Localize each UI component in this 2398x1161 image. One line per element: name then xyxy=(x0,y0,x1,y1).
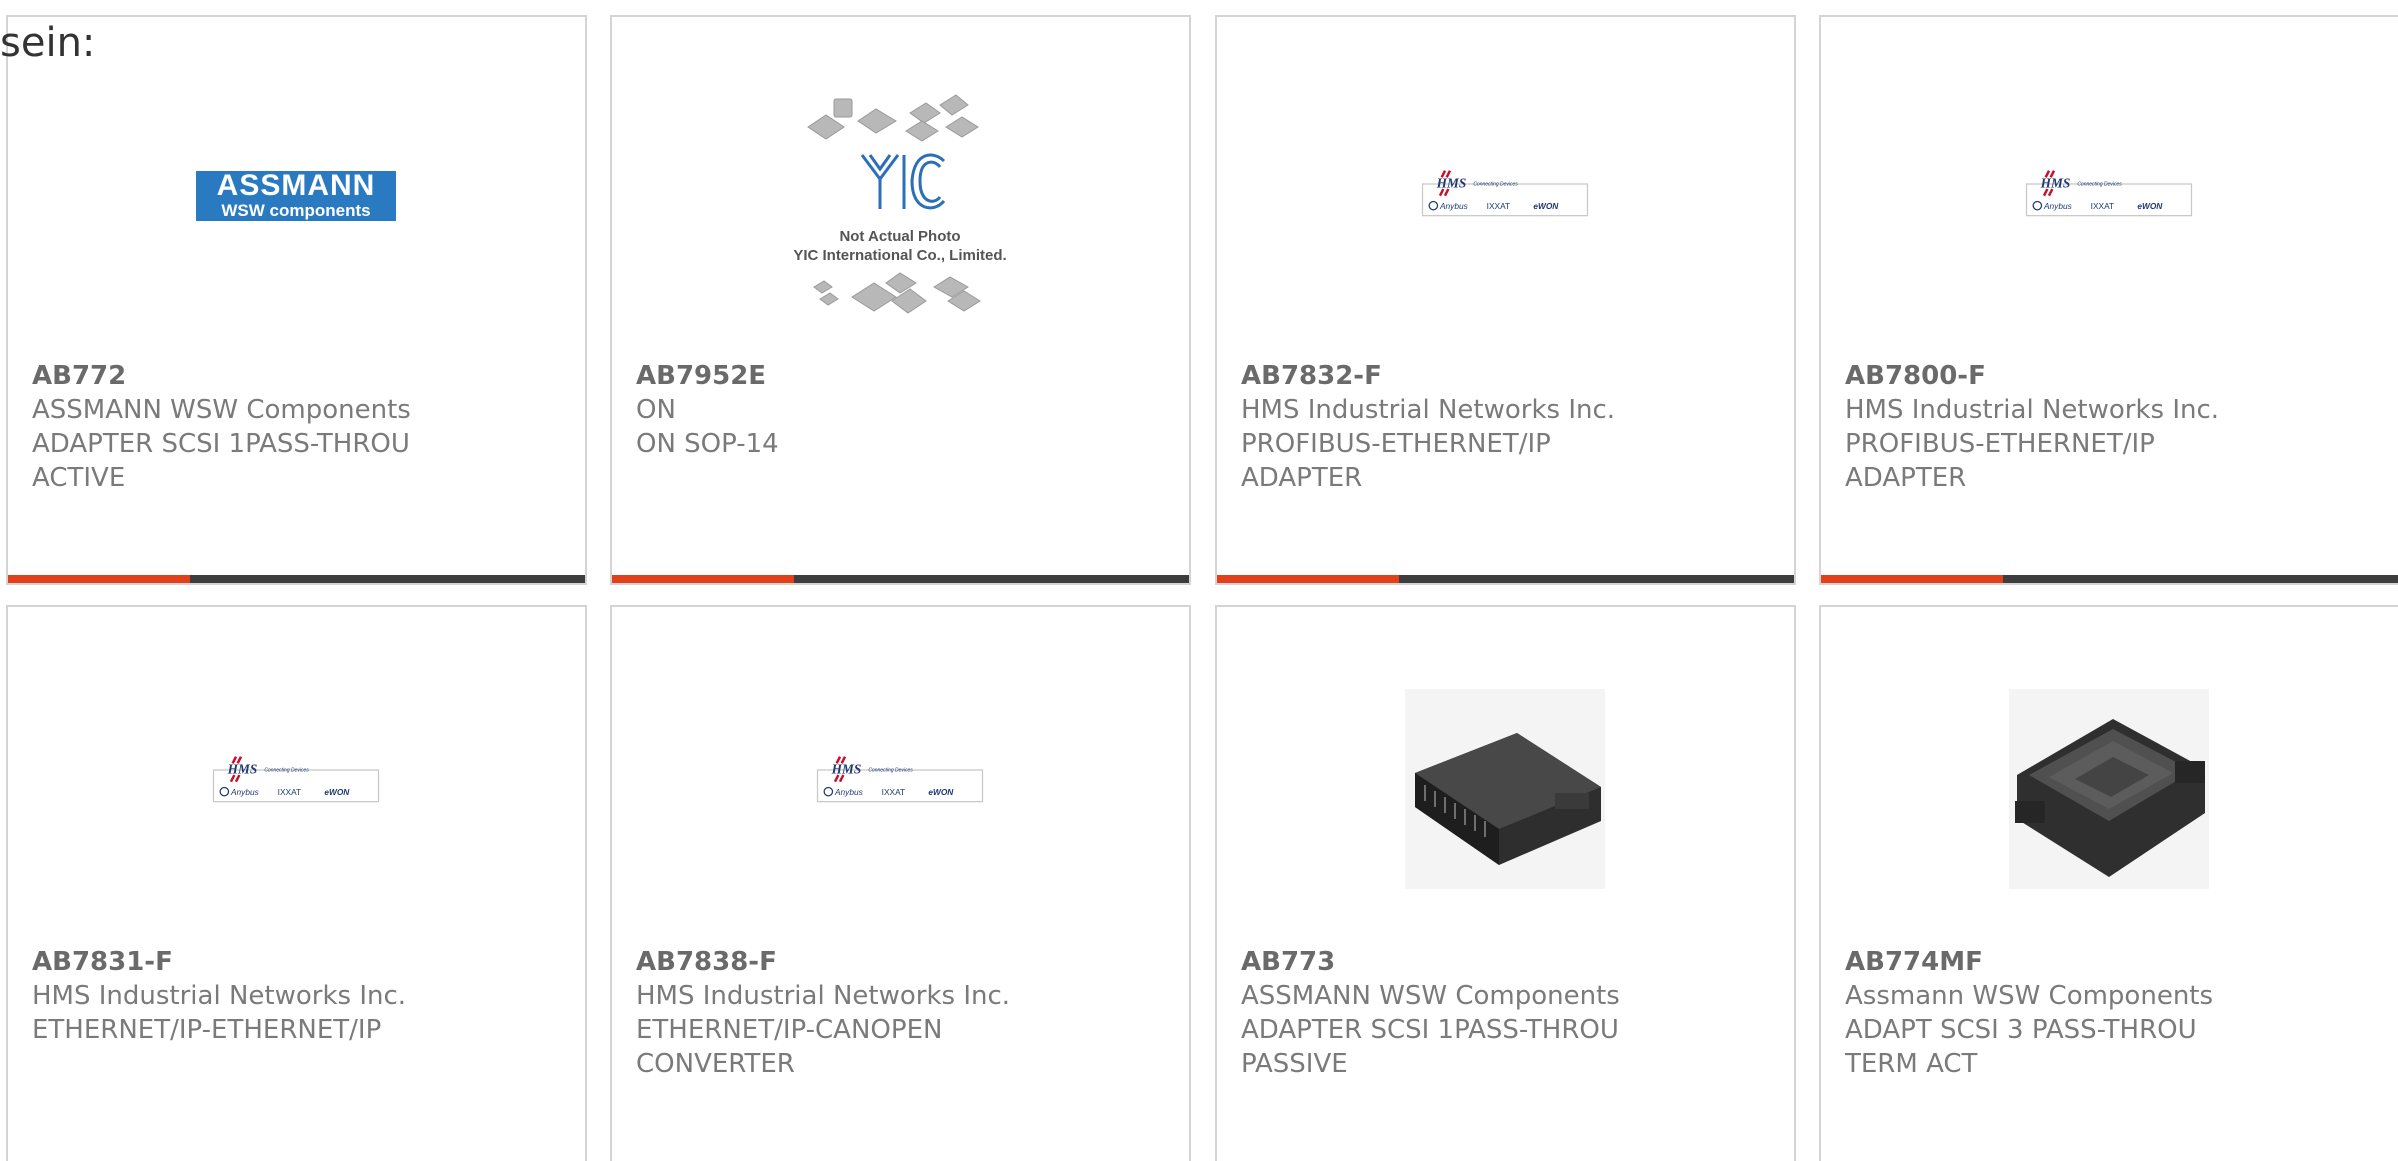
card-accent xyxy=(1217,575,1399,583)
product-card[interactable]: AB773 ASSMANN WSW Components ADAPTER SCS… xyxy=(1215,605,1796,1161)
product-grid-page: sein: ASSMANN WSW components AB772 ASSMA… xyxy=(0,0,2398,1161)
card-accent xyxy=(1821,575,2003,583)
description-line: ACTIVE xyxy=(32,463,126,493)
manufacturer: Assmann WSW Components xyxy=(1845,981,2214,1011)
description-line: ADAPTER xyxy=(1845,463,1967,493)
product-image[interactable] xyxy=(2009,689,2209,889)
product-image[interactable]: HMS Connecting Devices Anybus IXXAT eWON xyxy=(1405,99,1605,299)
manufacturer: ASSMANN WSW Components xyxy=(32,395,411,425)
card-accent xyxy=(8,575,190,583)
manufacturer: HMS Industrial Networks Inc. xyxy=(636,981,1011,1011)
product-card[interactable]: Not Actual Photo YIC International Co., … xyxy=(610,15,1191,585)
svg-text:IXXAT: IXXAT xyxy=(278,787,301,797)
product-image[interactable]: Not Actual Photo YIC International Co., … xyxy=(793,94,1007,314)
assmann-logo: ASSMANN WSW components xyxy=(196,171,396,221)
description-line: ADAPTER xyxy=(1241,463,1363,493)
description-line: ADAPTER SCSI 1PASS-THROU xyxy=(1241,1015,1619,1045)
part-number[interactable]: AB7800-F xyxy=(1845,359,2219,393)
manufacturer: HMS Industrial Networks Inc. xyxy=(1845,395,2220,425)
product-card[interactable]: AB774MF Assmann WSW Components ADAPT SCS… xyxy=(1819,605,2398,1161)
part-number[interactable]: AB774MF xyxy=(1845,945,2213,979)
product-image[interactable]: HMS Connecting Devices Anybus IXXAT eWON xyxy=(2009,99,2209,299)
hms-logo-icon: HMS Connecting Devices Anybus IXXAT eWON xyxy=(816,756,984,803)
card-footer-bar xyxy=(1821,575,2398,583)
chip-placeholder-icon xyxy=(807,94,981,314)
product-image[interactable] xyxy=(1405,689,1605,889)
description-line: ETHERNET/IP-CANOPEN xyxy=(636,1015,943,1045)
svg-text:Connecting Devices: Connecting Devices xyxy=(868,768,913,774)
card-accent xyxy=(612,575,794,583)
product-image[interactable]: ASSMANN WSW components xyxy=(196,99,396,299)
product-card[interactable]: ASSMANN WSW components AB772 ASSMANN WSW… xyxy=(6,15,587,585)
description-line: PROFIBUS-ETHERNET/IP xyxy=(1241,429,1551,459)
svg-text:Anybus: Anybus xyxy=(1439,201,1468,211)
manufacturer: HMS Industrial Networks Inc. xyxy=(32,981,407,1011)
description-line: PASSIVE xyxy=(1241,1049,1348,1079)
manufacturer: HMS Industrial Networks Inc. xyxy=(1241,395,1616,425)
logo-text: ASSMANN xyxy=(216,169,376,202)
part-number[interactable]: AB7831-F xyxy=(32,945,406,979)
description-line: ETHERNET/IP-ETHERNET/IP xyxy=(32,1015,382,1045)
product-card[interactable]: HMS Connecting Devices Anybus IXXAT eWON… xyxy=(610,605,1191,1161)
svg-text:Connecting Devices: Connecting Devices xyxy=(2077,182,2122,188)
svg-text:HMS: HMS xyxy=(1436,175,1467,190)
manufacturer: ASSMANN WSW Components xyxy=(1241,981,1620,1011)
product-image[interactable]: HMS Connecting Devices Anybus IXXAT eWON xyxy=(800,689,1000,889)
svg-text:HMS: HMS xyxy=(2040,175,2071,190)
placeholder-caption: Not Actual Photo xyxy=(839,228,961,245)
description-line: CONVERTER xyxy=(636,1049,795,1079)
scsi-adapter-photo-icon xyxy=(1405,689,1605,889)
logo-subtext: WSW components xyxy=(221,201,371,220)
svg-text:Connecting Devices: Connecting Devices xyxy=(264,768,309,774)
svg-text:Anybus: Anybus xyxy=(834,787,863,797)
hms-logo-icon: HMS Connecting Devices Anybus IXXAT eWON xyxy=(1421,170,1589,217)
svg-text:Anybus: Anybus xyxy=(2043,201,2072,211)
svg-text:eWON: eWON xyxy=(928,787,954,797)
placeholder-caption: YIC International Co., Limited. xyxy=(793,247,1007,264)
description-line: ADAPTER SCSI 1PASS-THROU xyxy=(32,429,410,459)
hms-logo-icon: HMS Connecting Devices Anybus IXXAT eWON xyxy=(212,756,380,803)
part-number[interactable]: AB7952E xyxy=(636,359,779,393)
hms-logo-icon: HMS Connecting Devices Anybus IXXAT eWON xyxy=(2025,170,2193,217)
description-line: ADAPT SCSI 3 PASS-THROU xyxy=(1845,1015,2197,1045)
product-card[interactable]: HMS Connecting Devices Anybus IXXAT eWON… xyxy=(6,605,587,1161)
description-line: PROFIBUS-ETHERNET/IP xyxy=(1845,429,2155,459)
manufacturer: ON xyxy=(636,395,676,425)
product-info: AB7800-F HMS Industrial Networks Inc. PR… xyxy=(1845,359,2219,495)
svg-text:Anybus: Anybus xyxy=(230,787,259,797)
card-footer-bar xyxy=(1217,575,1794,583)
part-number[interactable]: AB7832-F xyxy=(1241,359,1615,393)
product-info: AB7831-F HMS Industrial Networks Inc. ET… xyxy=(32,945,406,1047)
part-number[interactable]: AB773 xyxy=(1241,945,1620,979)
scsi-adapter-photo-icon xyxy=(2009,689,2209,889)
product-card[interactable]: HMS Connecting Devices Anybus IXXAT eWON… xyxy=(1819,15,2398,585)
product-info: AB7838-F HMS Industrial Networks Inc. ET… xyxy=(636,945,1010,1081)
svg-text:Connecting Devices: Connecting Devices xyxy=(1473,182,1518,188)
svg-text:IXXAT: IXXAT xyxy=(882,787,905,797)
product-info: AB773 ASSMANN WSW Components ADAPTER SCS… xyxy=(1241,945,1620,1081)
description-line: TERM ACT xyxy=(1845,1049,1978,1079)
part-number[interactable]: AB7838-F xyxy=(636,945,1010,979)
product-card[interactable]: HMS Connecting Devices Anybus IXXAT eWON… xyxy=(1215,15,1796,585)
product-image[interactable]: HMS Connecting Devices Anybus IXXAT eWON xyxy=(196,689,396,889)
product-info: AB7832-F HMS Industrial Networks Inc. PR… xyxy=(1241,359,1615,495)
description-line: ON SOP-14 xyxy=(636,429,779,459)
product-info: AB772 ASSMANN WSW Components ADAPTER SCS… xyxy=(32,359,411,495)
svg-text:eWON: eWON xyxy=(1533,201,1559,211)
svg-text:HMS: HMS xyxy=(831,761,862,776)
product-info: AB7952E ON ON SOP-14 xyxy=(636,359,779,461)
card-footer-bar xyxy=(612,575,1189,583)
svg-text:HMS: HMS xyxy=(227,761,258,776)
svg-text:eWON: eWON xyxy=(324,787,350,797)
part-number[interactable]: AB772 xyxy=(32,359,411,393)
product-info: AB774MF Assmann WSW Components ADAPT SCS… xyxy=(1845,945,2213,1081)
svg-text:IXXAT: IXXAT xyxy=(2091,201,2114,211)
svg-text:eWON: eWON xyxy=(2137,201,2163,211)
card-footer-bar xyxy=(8,575,585,583)
svg-text:IXXAT: IXXAT xyxy=(1487,201,1510,211)
intro-text: sein: xyxy=(0,20,96,66)
